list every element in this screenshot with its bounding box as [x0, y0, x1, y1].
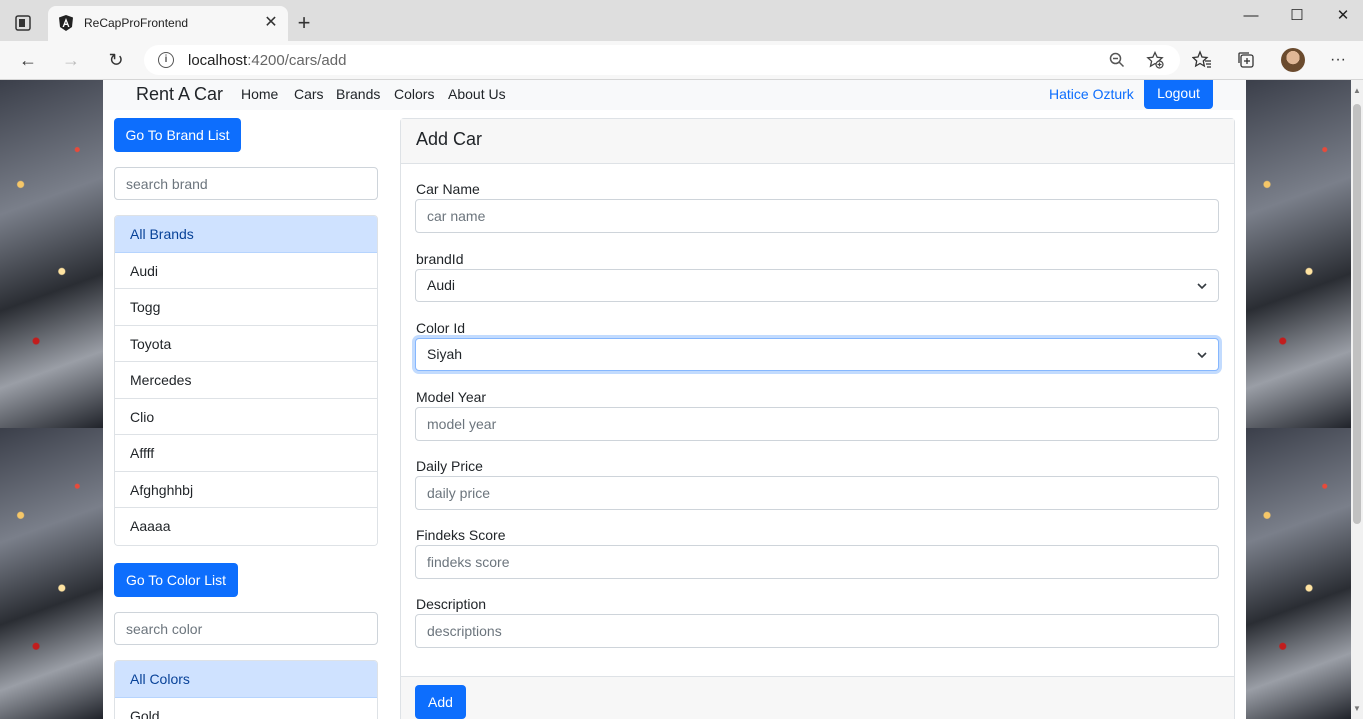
- brand-list: All Brands Audi Togg Toyota Mercedes Cli…: [114, 215, 378, 546]
- scroll-up-icon[interactable]: ▲: [1353, 86, 1361, 95]
- color-id-label: Color Id: [416, 320, 466, 336]
- brand-id-value: Audi: [427, 277, 456, 293]
- brand-search-input[interactable]: [114, 167, 378, 200]
- list-item-all-colors[interactable]: All Colors: [115, 661, 377, 698]
- card-footer: Add: [401, 676, 1234, 719]
- model-year-input[interactable]: [415, 407, 1219, 441]
- background-image: [1246, 80, 1351, 428]
- window-close-button[interactable]: ✕: [1332, 6, 1354, 26]
- list-item-brand[interactable]: Toyota: [115, 325, 377, 362]
- add-car-card: Add Car Car Name brandId Audi Color Id S…: [400, 118, 1235, 719]
- scroll-thumb[interactable]: [1353, 104, 1361, 524]
- findeks-score-label: Findeks Score: [416, 527, 506, 543]
- main-container: Rent A Car Home Cars Brands Colors About…: [103, 80, 1246, 719]
- nav-link-colors[interactable]: Colors: [394, 86, 434, 102]
- list-item-brand[interactable]: Clio: [115, 398, 377, 435]
- top-navbar: Rent A Car Home Cars Brands Colors About…: [103, 80, 1246, 110]
- collections-icon[interactable]: [1236, 50, 1256, 70]
- url-text[interactable]: localhost:4200/cars/add: [188, 52, 346, 69]
- card-header: Add Car: [401, 119, 1234, 164]
- more-options-icon[interactable]: ···: [1328, 50, 1348, 70]
- browser-titlebar: ReCapProFrontend ✕ + — ☐ ✕: [0, 0, 1363, 41]
- list-item-brand[interactable]: Affff: [115, 435, 377, 472]
- page-scrollbar[interactable]: ▲ ▼: [1351, 80, 1363, 719]
- address-bar[interactable]: i localhost:4200/cars/add: [144, 45, 1180, 75]
- angular-icon: [59, 15, 73, 31]
- list-item-color[interactable]: Gold: [115, 697, 377, 719]
- new-tab-button[interactable]: +: [294, 12, 314, 34]
- user-name-link[interactable]: Hatice Ozturk: [1049, 86, 1134, 102]
- add-car-button[interactable]: Add: [415, 685, 466, 719]
- daily-price-input[interactable]: [415, 476, 1219, 510]
- description-label: Description: [416, 596, 487, 612]
- browser-tab[interactable]: ReCapProFrontend ✕: [48, 6, 288, 41]
- window-maximize-button[interactable]: ☐: [1286, 6, 1308, 26]
- tab-close-icon[interactable]: ✕: [262, 14, 280, 32]
- findeks-score-input[interactable]: [415, 545, 1219, 579]
- nav-link-brands[interactable]: Brands: [336, 86, 380, 102]
- list-item-brand[interactable]: Audi: [115, 252, 377, 289]
- list-item-brand[interactable]: Togg: [115, 289, 377, 326]
- list-item-all-brands[interactable]: All Brands: [115, 216, 377, 253]
- go-to-brand-list-button[interactable]: Go To Brand List: [114, 118, 241, 152]
- car-name-label: Car Name: [416, 181, 480, 197]
- chevron-down-icon: [1197, 352, 1207, 359]
- color-id-value: Siyah: [427, 346, 463, 362]
- color-list: All Colors Gold: [114, 660, 378, 719]
- favorites-icon[interactable]: [1192, 50, 1212, 70]
- window-minimize-button[interactable]: —: [1240, 6, 1262, 26]
- color-id-select[interactable]: Siyah: [415, 338, 1219, 371]
- brand-id-label: brandId: [416, 251, 464, 267]
- navbar-brand[interactable]: Rent A Car: [136, 84, 223, 105]
- url-host: localhost: [188, 52, 248, 69]
- background-image: [1246, 428, 1351, 719]
- logout-button[interactable]: Logout: [1144, 80, 1213, 109]
- zoom-icon[interactable]: [1108, 51, 1126, 69]
- chevron-down-icon: [1197, 283, 1207, 290]
- browser-toolbar: ← → ↻ i localhost:4200/cars/add ···: [0, 41, 1363, 80]
- profile-avatar[interactable]: [1281, 48, 1305, 72]
- tab-actions-icon[interactable]: [14, 14, 32, 32]
- back-button[interactable]: ←: [17, 49, 39, 71]
- go-to-color-list-button[interactable]: Go To Color List: [114, 563, 238, 597]
- nav-link-cars[interactable]: Cars: [294, 86, 324, 102]
- add-favorite-icon[interactable]: [1146, 51, 1164, 69]
- nav-link-about-us[interactable]: About Us: [448, 86, 506, 102]
- brand-id-select[interactable]: Audi: [415, 269, 1219, 302]
- model-year-label: Model Year: [416, 389, 487, 405]
- color-search-input[interactable]: [114, 612, 378, 645]
- list-item-brand[interactable]: Afghghhbj: [115, 471, 377, 508]
- daily-price-label: Daily Price: [416, 458, 483, 474]
- description-input[interactable]: [415, 614, 1219, 648]
- forward-button[interactable]: →: [60, 49, 82, 71]
- site-info-icon[interactable]: i: [158, 52, 174, 68]
- scroll-down-icon[interactable]: ▼: [1353, 704, 1361, 713]
- car-name-input[interactable]: [415, 199, 1219, 233]
- url-path: :4200/cars/add: [247, 52, 347, 69]
- list-item-brand[interactable]: Aaaaa: [115, 508, 377, 545]
- background-image: [0, 80, 103, 428]
- card-title: Add Car: [416, 129, 483, 149]
- tab-title: ReCapProFrontend: [84, 16, 189, 30]
- list-item-brand[interactable]: Mercedes: [115, 362, 377, 399]
- page-viewport: Rent A Car Home Cars Brands Colors About…: [0, 80, 1351, 719]
- nav-link-home[interactable]: Home: [241, 86, 278, 102]
- refresh-button[interactable]: ↻: [105, 49, 127, 71]
- background-image: [0, 428, 103, 719]
